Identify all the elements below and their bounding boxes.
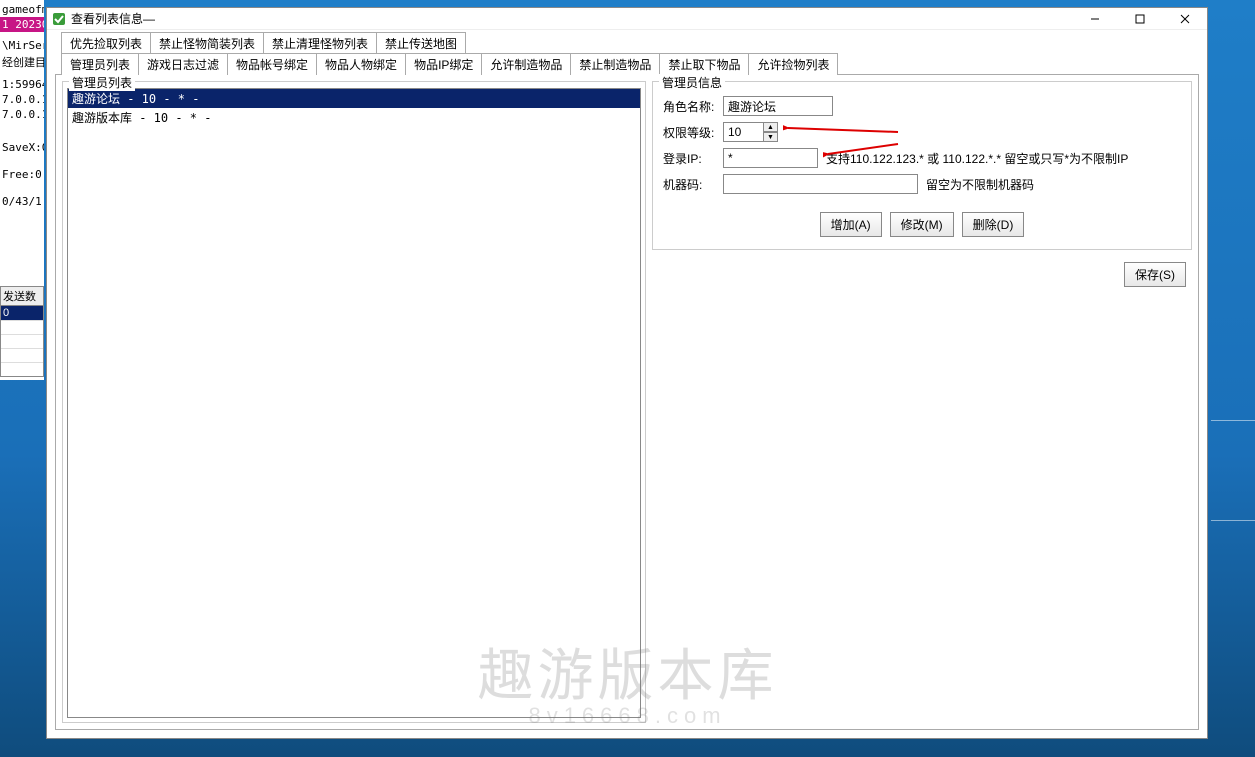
tab-strip: 优先捡取列表 禁止怪物简装列表 禁止清理怪物列表 禁止传送地图 管理员列表 游戏…: [55, 30, 1199, 75]
delete-button[interactable]: 删除(D): [962, 212, 1025, 237]
login-ip-hint: 支持110.122.123.* 或 110.122.*.* 留空或只写*为不限制…: [826, 150, 1128, 167]
bg-table-header: 发送数: [1, 287, 43, 306]
level-input[interactable]: [723, 122, 763, 142]
tab-forbid-clear-monster[interactable]: 禁止清理怪物列表: [263, 32, 377, 54]
bg-line: 1:59964: [0, 77, 44, 92]
tab-forbid-teleport-map[interactable]: 禁止传送地图: [376, 32, 466, 54]
machine-code-hint: 留空为不限制机器码: [926, 176, 1034, 193]
bg-line: SaveX:0: [0, 140, 44, 155]
role-name-label: 角色名称:: [663, 98, 719, 115]
level-label: 权限等级:: [663, 124, 719, 141]
maximize-button[interactable]: [1117, 8, 1162, 30]
app-icon: [51, 11, 67, 27]
list-item[interactable]: 趣游论坛 - 10 - * -: [68, 89, 640, 108]
tab-forbid-craft[interactable]: 禁止制造物品: [570, 53, 660, 75]
watermark: 趣游版本库 8v16668.com: [478, 649, 778, 727]
tab-admin-list[interactable]: 管理员列表: [61, 53, 139, 75]
bg-table-row: 0: [1, 306, 43, 320]
minimize-button[interactable]: [1072, 8, 1117, 30]
tab-forbid-takeoff[interactable]: 禁止取下物品: [659, 53, 749, 75]
bg-line: 0/43/1: [0, 194, 44, 209]
desktop-highlight: [1211, 0, 1255, 757]
close-button[interactable]: [1162, 8, 1207, 30]
annotation-arrow-icon: [783, 120, 903, 144]
level-spin-up[interactable]: ▲: [763, 122, 778, 132]
tab-item-ip-bind[interactable]: 物品IP绑定: [405, 53, 482, 75]
login-ip-label: 登录IP:: [663, 150, 719, 167]
bg-line: 经创建目: [0, 53, 44, 71]
add-button[interactable]: 增加(A): [820, 212, 882, 237]
bg-line: 7.0.0.1:: [0, 92, 44, 107]
bg-line: gameofm: [0, 2, 44, 17]
login-ip-input[interactable]: [723, 148, 818, 168]
tab-allow-pickup[interactable]: 允许捡物列表: [748, 53, 838, 75]
admin-list-legend: 管理员列表: [69, 74, 135, 91]
admin-info-group: 管理员信息 角色名称: 权限等级: ▲ ▼: [652, 81, 1192, 250]
tab-priority-pickup[interactable]: 优先捡取列表: [61, 32, 151, 54]
save-button[interactable]: 保存(S): [1124, 262, 1186, 287]
tab-item-account-bind[interactable]: 物品帐号绑定: [227, 53, 317, 75]
bg-line: \MirSer: [0, 38, 44, 53]
bg-line: 7.0.0.1:: [0, 107, 44, 122]
admin-list-group: 管理员列表 趣游论坛 - 10 - * - 趣游版本库 - 10 - * -: [62, 81, 646, 723]
background-table: 发送数 0: [0, 286, 44, 377]
window-title: 查看列表信息—: [71, 10, 1072, 27]
modify-button[interactable]: 修改(M): [890, 212, 954, 237]
tab-body: 管理员列表 趣游论坛 - 10 - * - 趣游版本库 - 10 - * - 管…: [55, 74, 1199, 730]
titlebar[interactable]: 查看列表信息—: [47, 8, 1207, 30]
admin-listbox[interactable]: 趣游论坛 - 10 - * - 趣游版本库 - 10 - * -: [67, 88, 641, 718]
admin-info-legend: 管理员信息: [659, 74, 725, 91]
list-item[interactable]: 趣游版本库 - 10 - * -: [68, 108, 640, 127]
watermark-sub: 8v16668.com: [478, 705, 778, 727]
machine-code-input[interactable]: [723, 174, 918, 194]
machine-code-label: 机器码:: [663, 176, 719, 193]
tab-forbid-monster-simple[interactable]: 禁止怪物简装列表: [150, 32, 264, 54]
bg-line: Free:0: [0, 167, 44, 182]
tab-allow-craft[interactable]: 允许制造物品: [481, 53, 571, 75]
tab-game-log-filter[interactable]: 游戏日志过滤: [138, 53, 228, 75]
bg-line: 1 202304: [0, 17, 44, 32]
tab-item-char-bind[interactable]: 物品人物绑定: [316, 53, 406, 75]
role-name-input[interactable]: [723, 96, 833, 116]
level-spin-down[interactable]: ▼: [763, 132, 778, 142]
dialog-window: 查看列表信息— 优先捡取列表 禁止怪物简装列表 禁止清理怪物列表 禁止传送地图 …: [46, 7, 1208, 739]
watermark-main: 趣游版本库: [478, 649, 778, 705]
